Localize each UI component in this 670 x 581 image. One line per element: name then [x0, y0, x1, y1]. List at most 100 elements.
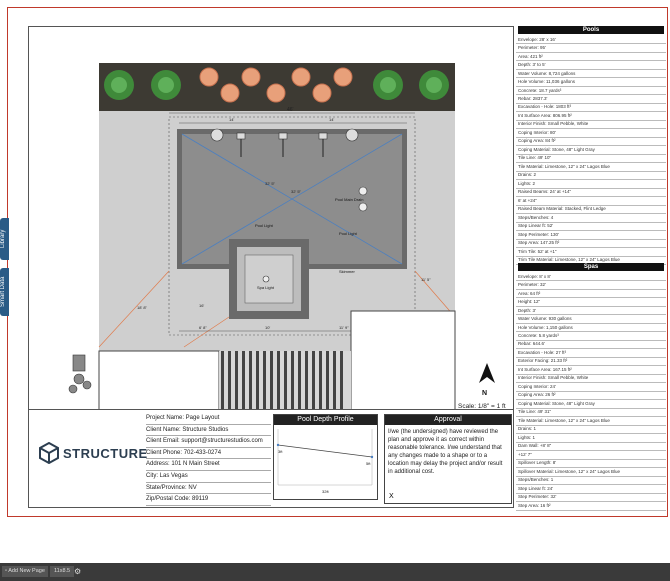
spec-row: Drains: 2 — [516, 172, 666, 181]
spec-row: +12' 7" — [516, 451, 666, 460]
spec-row: Tile Material: Limestone, 12" x 24" Lago… — [516, 417, 666, 426]
depth-profile-title: Pool Depth Profile — [274, 415, 377, 425]
spec-row: Water Volume: 8,724 gallons — [516, 70, 666, 79]
page-icon: ▫ — [5, 568, 7, 574]
dim-side: 16' — [199, 303, 204, 308]
spec-row: 6' at +24" — [516, 197, 666, 206]
depth-length-label: 32ft — [322, 489, 330, 494]
tab-library[interactable]: Library — [0, 218, 9, 260]
logo-cube-icon — [39, 442, 59, 464]
spec-row: Rebar: 644.6' — [516, 341, 666, 350]
bottom-toolbar: ▫ Add New Page 11x8.5 ⚙ — [0, 563, 670, 581]
label-spa-light: Spa Light — [257, 285, 275, 290]
spec-row: Exterior Facing: 21.33 ft² — [516, 358, 666, 367]
spec-row: Coping Area: 26 ft² — [516, 392, 666, 401]
spec-row: Envelope: 8' x 8' — [516, 273, 666, 282]
approval-title: Approval — [385, 415, 511, 425]
client-phone: Client Phone: 702-433-0274 — [146, 448, 271, 460]
spec-row: Tile Line: 49' 31" — [516, 409, 666, 418]
spec-row: Step Linear ft: 24' — [516, 485, 666, 494]
dim-6: 6' 8" — [199, 325, 207, 330]
spec-row: Step Perimeter: 32' — [516, 494, 666, 503]
spec-row: Trim Tile: 52' at +1" — [516, 248, 666, 257]
label-pool-light-1: Pool Light — [255, 223, 274, 228]
signature-line[interactable]: X — [389, 493, 394, 500]
spec-row: Steps/Benches: 1 — [516, 477, 666, 486]
spec-row: Int Surface Area: 806.95 ft² — [516, 112, 666, 121]
spec-row: Hole Volume: 11,036 gallons — [516, 78, 666, 87]
dim-top: 46' — [287, 107, 294, 113]
spec-row: Int Surface Area: 167.15 ft² — [516, 366, 666, 375]
spec-row: Area: 64 ft² — [516, 290, 666, 299]
depth-left-label: 3ft — [278, 449, 283, 454]
pools-spec-table: Pools Envelope: 28' x 16' Perimeter: 95' A… — [516, 26, 666, 266]
spec-row: Rebar: 2837.3' — [516, 95, 666, 104]
structure-logo: STRUCTURE — [39, 442, 148, 464]
city: City: Las Vegas — [146, 471, 271, 483]
spec-row: Raised Beams: 24' at +14" — [516, 189, 666, 198]
dim-diag2: 32' 5" — [291, 189, 302, 194]
spec-row: Tile Material: Limestone, 12" x 24" Lago… — [516, 163, 666, 172]
page-size-tab[interactable]: 11x8.5 — [50, 566, 75, 577]
equipment — [68, 354, 92, 394]
gear-icon[interactable]: ⚙ — [74, 566, 81, 577]
pools-title: Pools — [518, 26, 664, 34]
label-main-drain: Pool Main Drain — [335, 197, 363, 202]
spas-title: Spas — [518, 263, 664, 271]
client-name: Client Name: Structure Studios — [146, 425, 271, 437]
depth-profile-box: Pool Depth Profile 3ft 5ft 32ft — [273, 414, 378, 500]
spec-row: Perimeter: 95' — [516, 44, 666, 53]
spec-row: Interior Finish: Small Pebble, White — [516, 121, 666, 130]
title-block: STRUCTURE Project Name: Page Layout Clie… — [28, 410, 514, 508]
spec-row: Step Perimeter: 130' — [516, 231, 666, 240]
approval-box: Approval I/we (the undersigned) have rev… — [384, 414, 512, 504]
scale-label: Scale: 1/8" = 1 ft — [458, 403, 506, 410]
spec-row: Lights: 1 — [516, 434, 666, 443]
dim-w1: 14' — [229, 117, 234, 122]
spec-row: Depth: 3' — [516, 307, 666, 316]
tab-smart-data[interactable]: Smart Data — [0, 268, 9, 316]
spec-row: Drains: 1 — [516, 426, 666, 435]
north-label: N — [482, 390, 487, 397]
label-skimmer: Skimmer — [339, 269, 355, 274]
add-page-button[interactable]: ▫ Add New Page — [2, 566, 48, 577]
pool-plan-drawing: 46' 14' 14' 10' 6' 8" 11' 9" 32' 5" 32' … — [68, 63, 495, 409]
project-name: Project Name: Page Layout — [146, 413, 271, 425]
spec-row: Height: 12" — [516, 298, 666, 307]
add-page-label: Add New Page — [8, 568, 45, 574]
spec-row: Spillover Length: 8' — [516, 460, 666, 469]
address: Address: 101 N Main Street — [146, 459, 271, 471]
spec-row: Hole Volume: 1,150 gallons — [516, 324, 666, 333]
depth-profile-chart: 3ft 5ft 32ft — [276, 429, 374, 494]
pool-plan-canvas[interactable]: 46' 14' 14' 10' 6' 8" 11' 9" 32' 5" 32' … — [28, 26, 514, 410]
spec-row: Step Area: 147.25 ft² — [516, 240, 666, 249]
spec-row: Water Volume: 930 gallons — [516, 315, 666, 324]
spec-row: Coping Interior: 80' — [516, 129, 666, 138]
spec-row: Raised Beam Material: Stacked, Flint Led… — [516, 206, 666, 215]
layout-sheet: 46' 14' 14' 10' 6' 8" 11' 9" 32' 5" 32' … — [7, 7, 668, 517]
house-left — [98, 350, 220, 409]
dim-left: 18' 8" — [137, 305, 148, 310]
spec-row: Envelope: 28' x 16' — [516, 36, 666, 45]
client-email: Client Email: support@structurestudios.c… — [146, 436, 271, 448]
spec-row: Step Linear ft: 52' — [516, 223, 666, 232]
spec-row: Tile Line: 49' 10" — [516, 155, 666, 164]
dim-right: 11' 5" — [421, 277, 431, 282]
dim-10: 10' — [265, 325, 270, 330]
spec-row: Depth: 3' to 5' — [516, 61, 666, 70]
logo-text: STRUCTURE — [63, 445, 148, 461]
spec-row: Coping Interior: 24' — [516, 383, 666, 392]
spec-row: Concrete: 18.7 yards³ — [516, 87, 666, 96]
north-arrow — [479, 363, 495, 383]
state: State/Province: NV — [146, 483, 271, 495]
spec-row: Area: 421 ft² — [516, 53, 666, 62]
dim-diag1: 32' 5" — [265, 181, 276, 186]
approval-text: I/we (the undersigned) have reviewed the… — [388, 429, 503, 475]
zip: Zip/Postal Code: 89119 — [146, 494, 271, 506]
stairs — [219, 351, 351, 409]
depth-right-label: 5ft — [366, 461, 371, 466]
spec-row: Concrete: 5.8 yards³ — [516, 332, 666, 341]
spas-spec-table: Spas Envelope: 8' x 8' Perimeter: 32' Area… — [516, 263, 666, 511]
spec-row: Coping Area: 84 ft² — [516, 138, 666, 147]
spec-row: Perimeter: 32' — [516, 281, 666, 290]
